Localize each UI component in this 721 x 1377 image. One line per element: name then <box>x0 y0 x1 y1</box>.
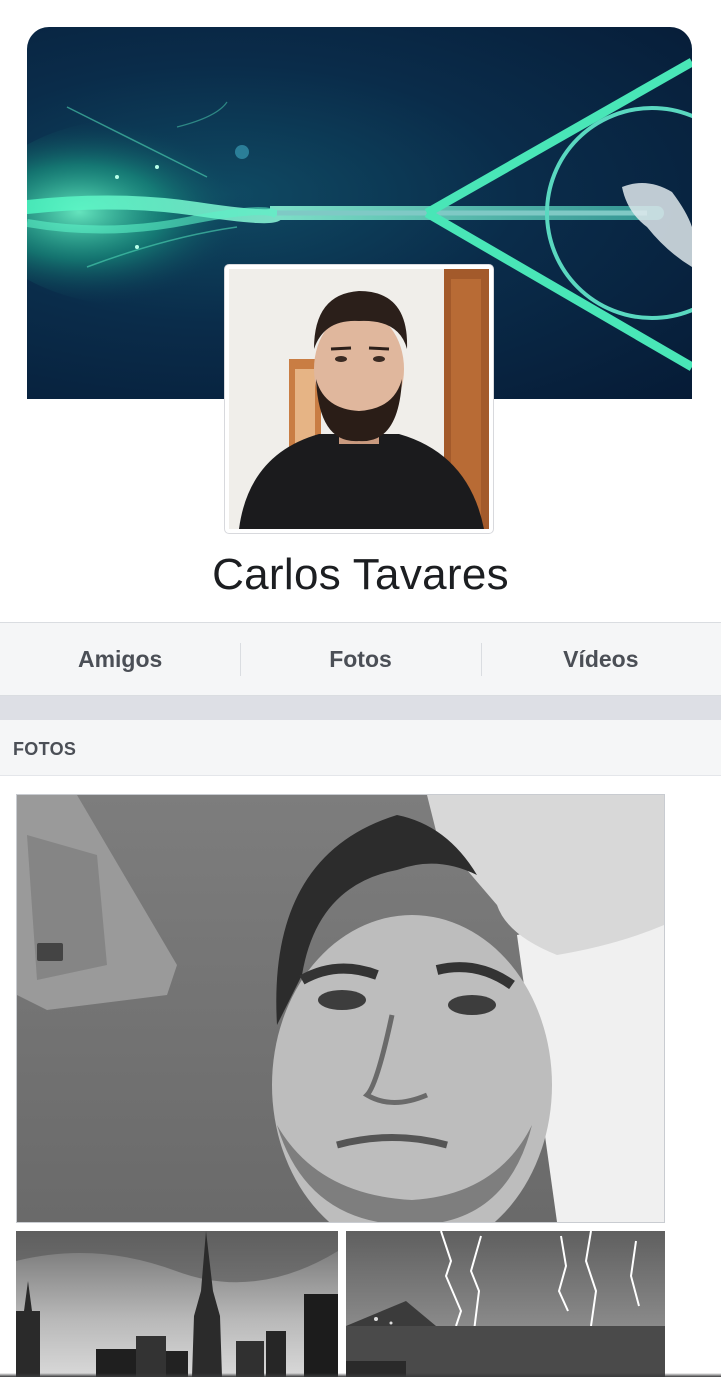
profile-tabs: Amigos Fotos Vídeos <box>0 622 721 696</box>
section-divider <box>0 696 721 720</box>
photos-section-title: FOTOS <box>13 739 77 759</box>
tab-videos[interactable]: Vídeos <box>480 623 721 695</box>
profile-page: Carlos Tavares Amigos Fotos Vídeos FOTOS <box>0 0 721 1377</box>
photo-city-skyline[interactable] <box>16 1231 338 1377</box>
photos-section-header: FOTOS <box>0 720 721 776</box>
profile-picture[interactable] <box>225 265 493 533</box>
profile-name: Carlos Tavares <box>212 550 509 599</box>
photo-lightning-storm[interactable] <box>346 1231 665 1377</box>
photo-selfie[interactable] <box>16 794 665 1223</box>
screen-bottom-edge <box>0 1373 721 1377</box>
tab-fotos[interactable]: Fotos <box>240 623 480 695</box>
tab-amigos[interactable]: Amigos <box>0 623 240 695</box>
